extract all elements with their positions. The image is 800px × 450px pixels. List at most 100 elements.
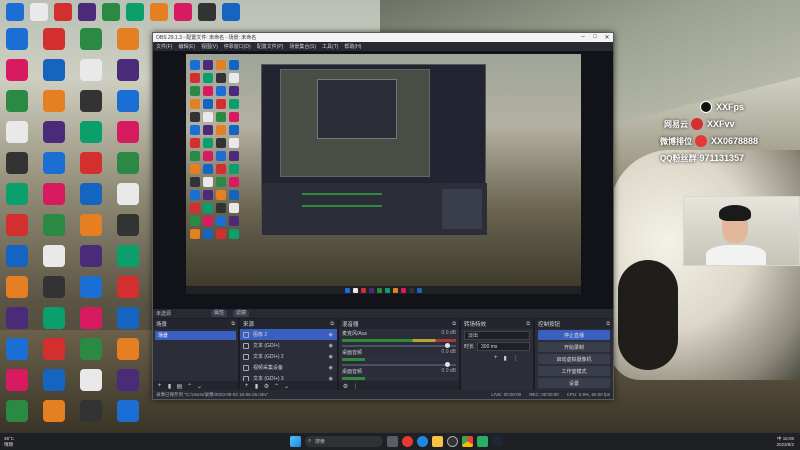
desktop-shortcut-icon[interactable] bbox=[117, 369, 139, 391]
desktop-shortcut-icon[interactable] bbox=[43, 369, 65, 391]
minimize-icon[interactable]: – bbox=[577, 34, 589, 41]
desktop-shortcut-icon[interactable] bbox=[43, 90, 65, 112]
desktop-shortcut-icon[interactable] bbox=[43, 276, 65, 298]
eye-icon[interactable]: ◉ bbox=[329, 343, 333, 349]
desktop-shortcut-icon[interactable] bbox=[117, 183, 139, 205]
desktop-shortcut-icon[interactable] bbox=[6, 338, 28, 360]
desktop-shortcut-icon[interactable] bbox=[80, 276, 102, 298]
netease-music-icon[interactable] bbox=[402, 436, 413, 447]
desktop-shortcut-icon[interactable] bbox=[80, 183, 102, 205]
dock-float-icon[interactable]: ⧉ bbox=[330, 321, 334, 327]
menu-profile[interactable]: 配置文件(P) bbox=[257, 43, 284, 50]
desktop-shortcut-icon[interactable] bbox=[6, 245, 28, 267]
desktop-shortcut-icon[interactable] bbox=[43, 400, 65, 422]
desktop-shortcut-icon[interactable] bbox=[43, 28, 65, 50]
desktop-shortcut-icon[interactable] bbox=[80, 121, 102, 143]
transition-menu-icon[interactable]: ⋮ bbox=[513, 355, 519, 362]
move-down-icon[interactable]: ⌄ bbox=[283, 383, 290, 390]
desktop-shortcut-icon[interactable] bbox=[117, 214, 139, 236]
add-scene-icon[interactable]: + bbox=[156, 383, 163, 389]
start-recording-button[interactable]: 开始录制 bbox=[538, 342, 610, 352]
desktop-shortcut-icon[interactable] bbox=[150, 3, 168, 21]
desktop-shortcut-icon[interactable] bbox=[117, 90, 139, 112]
mixer-settings-icon[interactable]: ⚙ bbox=[342, 383, 349, 390]
menu-tools[interactable]: 工具(T) bbox=[322, 43, 338, 50]
dock-float-icon[interactable]: ⧉ bbox=[606, 321, 610, 327]
obs-titlebar[interactable]: OBS 29.1.3 - 配置文件: 未命名 - 场景: 未命名 – □ ✕ bbox=[153, 33, 613, 42]
menu-file[interactable]: 文件(F) bbox=[156, 43, 172, 50]
desktop-shortcut-icon[interactable] bbox=[117, 338, 139, 360]
desktop-shortcut-icon[interactable] bbox=[80, 307, 102, 329]
desktop-shortcut-icon[interactable] bbox=[117, 121, 139, 143]
desktop-shortcut-icon[interactable] bbox=[117, 28, 139, 50]
mixer-menu-icon[interactable]: ⋮ bbox=[352, 383, 359, 390]
desktop-shortcut-icon[interactable] bbox=[30, 3, 48, 21]
desktop-shortcut-icon[interactable] bbox=[80, 59, 102, 81]
volume-slider[interactable] bbox=[342, 362, 456, 367]
desktop-shortcut-icon[interactable] bbox=[43, 183, 65, 205]
desktop-shortcut-icon[interactable] bbox=[43, 214, 65, 236]
remove-scene-icon[interactable]: ▮ bbox=[166, 383, 173, 390]
edge-icon[interactable] bbox=[417, 436, 428, 447]
desktop-shortcut-icon[interactable] bbox=[117, 245, 139, 267]
wechat-icon[interactable] bbox=[477, 436, 488, 447]
desktop-shortcut-icon[interactable] bbox=[6, 121, 28, 143]
remove-source-icon[interactable]: ▮ bbox=[253, 383, 260, 390]
move-up-icon[interactable]: ⌃ bbox=[186, 383, 193, 390]
desktop-shortcut-icon[interactable] bbox=[6, 307, 28, 329]
desktop-shortcut-icon[interactable] bbox=[174, 3, 192, 21]
chrome-icon[interactable] bbox=[462, 436, 473, 447]
desktop-shortcut-icon[interactable] bbox=[80, 152, 102, 174]
close-icon[interactable]: ✕ bbox=[601, 34, 613, 41]
desktop-shortcut-icon[interactable] bbox=[80, 28, 102, 50]
duration-input[interactable]: 300 ms bbox=[477, 342, 530, 351]
desktop-shortcut-icon[interactable] bbox=[6, 400, 28, 422]
desktop-shortcut-icon[interactable] bbox=[6, 276, 28, 298]
move-down-icon[interactable]: ⌄ bbox=[196, 383, 203, 390]
desktop-shortcut-icon[interactable] bbox=[6, 369, 28, 391]
scene-item[interactable]: 场景 bbox=[155, 331, 236, 340]
desktop-shortcut-icon[interactable] bbox=[80, 400, 102, 422]
settings-button[interactable]: 设置 bbox=[538, 378, 610, 388]
desktop-shortcut-icon[interactable] bbox=[43, 59, 65, 81]
desktop-shortcut-icon[interactable] bbox=[117, 59, 139, 81]
transition-select[interactable]: 淡出 bbox=[464, 331, 530, 340]
desktop-shortcut-icon[interactable] bbox=[6, 183, 28, 205]
desktop-shortcut-icon[interactable] bbox=[102, 3, 120, 21]
source-item[interactable]: 图像 2 ◉ bbox=[240, 329, 337, 340]
source-item[interactable]: 文本 (GDI+) ◉ bbox=[240, 340, 337, 351]
scene-filter-icon[interactable]: ▤ bbox=[176, 383, 183, 390]
desktop-shortcut-icon[interactable] bbox=[6, 3, 24, 21]
source-item[interactable]: 文本 (GDI+) 2 ◉ bbox=[240, 351, 337, 362]
desktop-shortcut-icon[interactable] bbox=[6, 152, 28, 174]
desktop-shortcut-icon[interactable] bbox=[6, 214, 28, 236]
dock-float-icon[interactable]: ⧉ bbox=[452, 321, 456, 327]
desktop-shortcut-icon[interactable] bbox=[198, 3, 216, 21]
taskbar-search[interactable]: ⌕ 搜索 bbox=[305, 436, 383, 447]
obs-taskbar-icon[interactable] bbox=[447, 436, 458, 447]
ime-indicator[interactable]: 中 bbox=[777, 436, 782, 441]
stop-streaming-button[interactable]: 停止直播 bbox=[538, 330, 610, 340]
windows-start-icon[interactable] bbox=[290, 436, 301, 447]
filters-button[interactable]: 滤镜 bbox=[233, 310, 250, 317]
desktop-shortcut-icon[interactable] bbox=[43, 307, 65, 329]
desktop-shortcut-icon[interactable] bbox=[126, 3, 144, 21]
menu-scene-collection[interactable]: 场景集合(S) bbox=[289, 43, 316, 50]
maximize-icon[interactable]: □ bbox=[589, 34, 601, 41]
desktop-shortcut-icon[interactable] bbox=[117, 276, 139, 298]
desktop-shortcut-icon[interactable] bbox=[80, 90, 102, 112]
menu-docks[interactable]: 停靠窗口(D) bbox=[224, 43, 251, 50]
desktop-shortcut-icon[interactable] bbox=[117, 152, 139, 174]
source-item[interactable]: 视频采集设备 ◉ bbox=[240, 362, 337, 373]
desktop-shortcut-icon[interactable] bbox=[43, 245, 65, 267]
steam-icon[interactable] bbox=[492, 436, 503, 447]
desktop-shortcut-icon[interactable] bbox=[80, 369, 102, 391]
properties-button[interactable]: 属性 bbox=[211, 310, 228, 317]
desktop-shortcut-icon[interactable] bbox=[43, 152, 65, 174]
desktop-shortcut-icon[interactable] bbox=[6, 90, 28, 112]
add-source-icon[interactable]: + bbox=[243, 383, 250, 389]
desktop-shortcut-icon[interactable] bbox=[43, 121, 65, 143]
menu-view[interactable]: 视图(V) bbox=[201, 43, 218, 50]
desktop-shortcut-icon[interactable] bbox=[43, 338, 65, 360]
source-settings-icon[interactable]: ⚙ bbox=[263, 383, 270, 390]
